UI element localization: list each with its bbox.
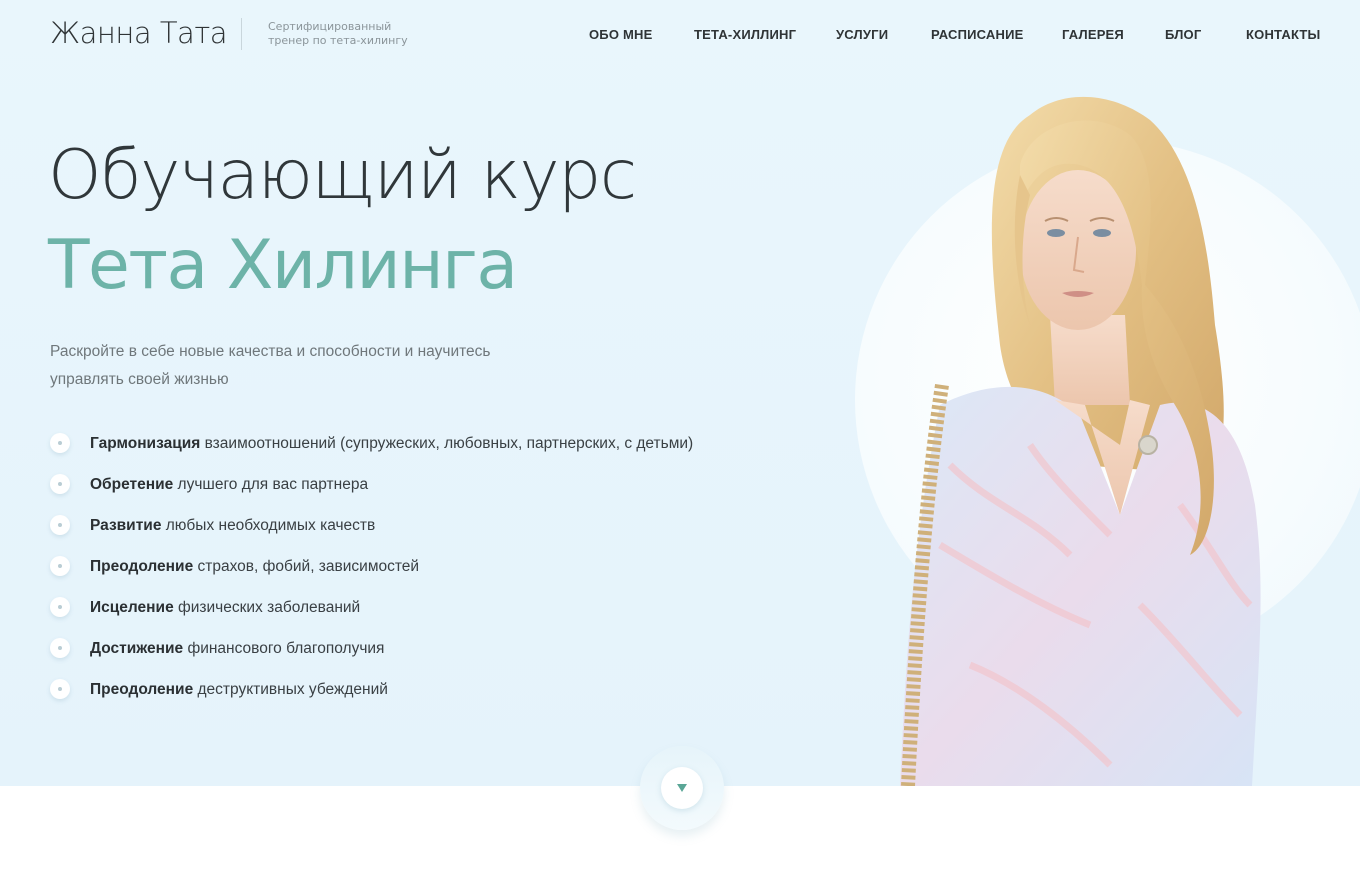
benefit-text: взаимоотношений (супружеских, любовных, … bbox=[200, 435, 694, 452]
benefit-text: лучшего для вас партнера bbox=[173, 476, 369, 493]
bullet-dot-icon bbox=[50, 638, 70, 658]
benefit-bold: Преодоление bbox=[90, 681, 194, 698]
hero-lead-text: Раскройте в себе новые качества и способ… bbox=[50, 343, 491, 388]
bullet-dot-icon bbox=[50, 474, 70, 494]
benefit-bold: Гармонизация bbox=[90, 435, 201, 452]
benefit-bold: Развитие bbox=[90, 517, 162, 534]
benefit-item: Развитие любых необходимых качеств bbox=[50, 512, 693, 553]
hero-title-line2: Тета Хилинга bbox=[48, 226, 518, 305]
site-header: Жанна Тата Сертифицированный тренер по т… bbox=[0, 0, 1360, 70]
benefit-item: Гармонизация взаимоотношений (супружески… bbox=[50, 430, 693, 471]
benefit-item: Достижение финансового благополучия bbox=[50, 635, 693, 676]
benefit-text: деструктивных убеждений bbox=[193, 681, 388, 698]
nav-item-blog[interactable]: БЛОГ bbox=[1165, 27, 1201, 42]
hero-title-line1: Обучающий курс bbox=[48, 136, 637, 215]
benefit-item: Обретение лучшего для вас партнера bbox=[50, 471, 693, 512]
bullet-dot-icon bbox=[50, 679, 70, 699]
benefit-bold: Достижение bbox=[90, 640, 184, 657]
benefit-item: Исцеление физических заболеваний bbox=[50, 594, 693, 635]
chevron-down-icon bbox=[677, 784, 687, 792]
benefits-list: Гармонизация взаимоотношений (супружески… bbox=[50, 430, 693, 717]
bullet-dot-icon bbox=[50, 433, 70, 453]
benefit-bold: Исцеление bbox=[90, 599, 174, 616]
hero-section: Жанна Тата Сертифицированный тренер по т… bbox=[0, 0, 1360, 786]
benefit-text: страхов, фобий, зависимостей bbox=[193, 558, 420, 575]
nav-item-about[interactable]: ОБО МНЕ bbox=[589, 27, 652, 42]
nav-item-gallery[interactable]: ГАЛЕРЕЯ bbox=[1062, 27, 1124, 42]
scroll-down-button[interactable] bbox=[661, 767, 703, 809]
nav-item-theta-healing[interactable]: ТЕТА-ХИЛЛИНГ bbox=[694, 27, 796, 42]
benefit-bold: Обретение bbox=[90, 476, 174, 493]
bullet-dot-icon bbox=[50, 597, 70, 617]
benefit-text: любых необходимых качеств bbox=[161, 517, 376, 534]
bullet-dot-icon bbox=[50, 515, 70, 535]
main-nav: ОБО МНЕ ТЕТА-ХИЛЛИНГ УСЛУГИ РАСПИСАНИЕ Г… bbox=[0, 27, 1360, 45]
benefit-text: финансового благополучия bbox=[183, 640, 385, 657]
bullet-dot-icon bbox=[50, 556, 70, 576]
benefit-bold: Преодоление bbox=[90, 558, 194, 575]
benefit-text: физических заболеваний bbox=[173, 599, 361, 616]
nav-item-schedule[interactable]: РАСПИСАНИЕ bbox=[931, 27, 1024, 42]
trainer-portrait bbox=[900, 96, 1261, 786]
benefit-item: Преодоление деструктивных убеждений bbox=[50, 676, 693, 717]
nav-item-contacts[interactable]: КОНТАКТЫ bbox=[1246, 27, 1320, 42]
nav-item-services[interactable]: УСЛУГИ bbox=[836, 27, 888, 42]
benefit-item: Преодоление страхов, фобий, зависимостей bbox=[50, 553, 693, 594]
